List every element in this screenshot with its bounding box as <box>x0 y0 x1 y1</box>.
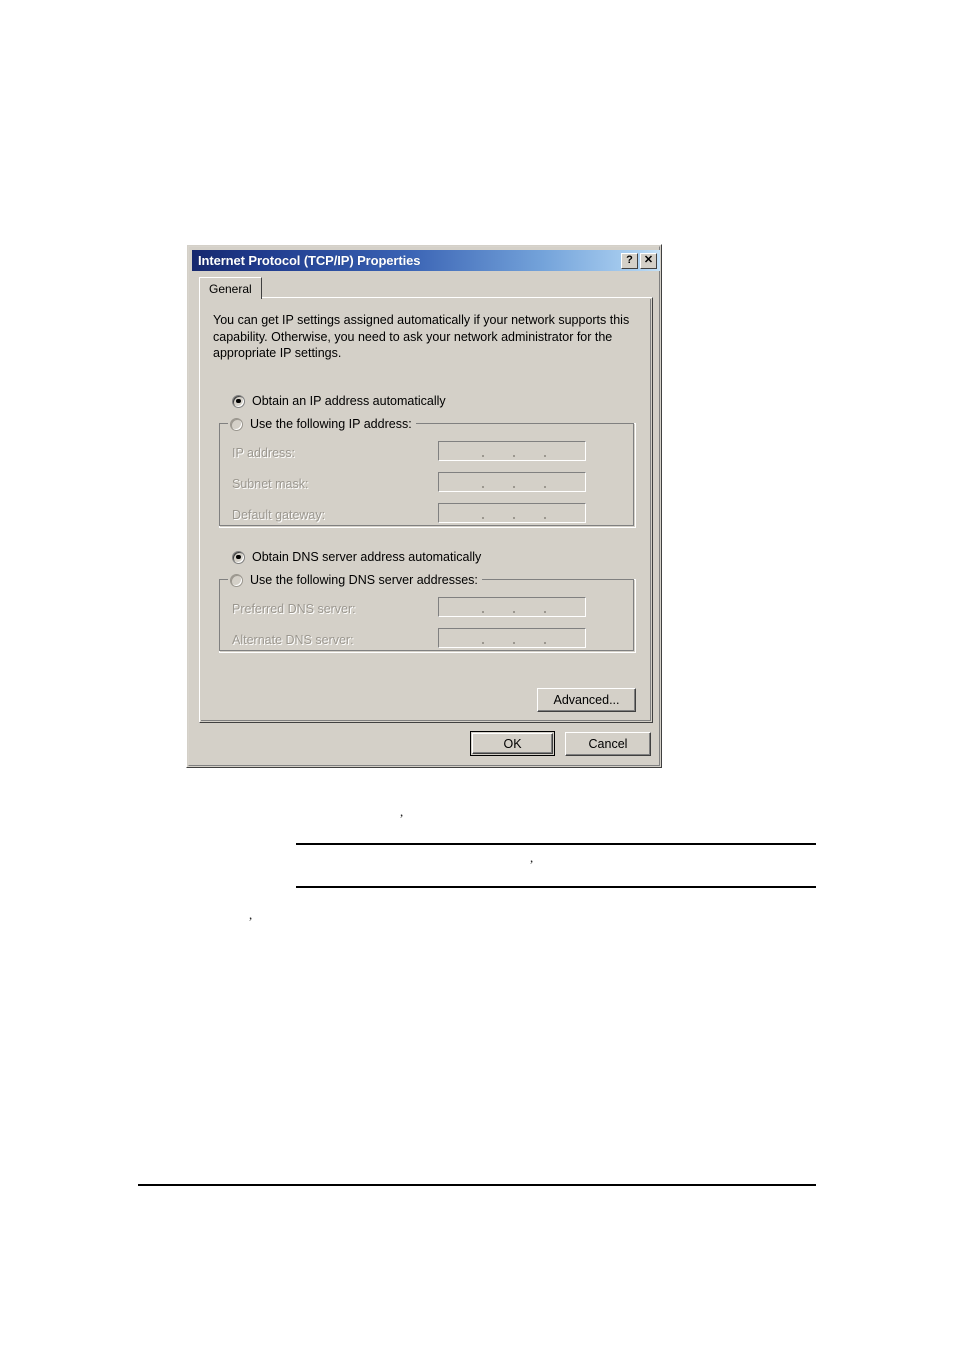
table-rule-bottom <box>296 886 816 888</box>
ip-separator-dot <box>481 517 484 519</box>
field-label: Alternate DNS server: <box>232 632 354 647</box>
intro-text: You can get IP settings assigned automat… <box>213 313 630 360</box>
document-page: , , , Internet Protocol (TCP/IP) Propert… <box>0 0 954 1349</box>
ip-separator-dot <box>544 455 547 457</box>
dns-server-group: Use the following DNS server addresses: … <box>219 572 636 653</box>
radio-use-following-dns[interactable]: Use the following DNS server addresses: <box>228 572 482 588</box>
ip-separator-dot <box>481 642 484 644</box>
help-icon[interactable]: ? <box>621 252 638 269</box>
radio-indicator <box>232 550 245 564</box>
radio-indicator <box>232 394 245 408</box>
button-face: OK <box>472 733 553 754</box>
subnet-mask-input[interactable] <box>438 472 586 492</box>
dialog-inner-frame: Internet Protocol (TCP/IP) Properties ? … <box>188 246 660 766</box>
radio-label: Use the following DNS server addresses: <box>250 573 478 587</box>
document-mark: , <box>249 907 253 922</box>
ip-address-group: Use the following IP address: IP address… <box>219 416 636 528</box>
ip-separator-dot <box>512 611 515 613</box>
close-icon[interactable]: ✕ <box>640 252 657 269</box>
radio-indicator <box>230 573 243 587</box>
alternate-dns-input[interactable] <box>438 628 586 648</box>
ip-separator-dot <box>512 455 515 457</box>
field-row-ip-address: IP address: <box>232 442 295 463</box>
tab-page-general: You can get IP settings assigned automat… <box>199 297 653 723</box>
default-gateway-input[interactable] <box>438 503 586 523</box>
title-bar[interactable]: Internet Protocol (TCP/IP) Properties ? … <box>192 250 660 271</box>
document-mark: , <box>530 850 534 865</box>
footer-rule <box>138 1184 816 1186</box>
radio-label: Obtain DNS server address automatically <box>252 550 482 564</box>
tab-general[interactable]: General <box>199 277 262 299</box>
field-row-subnet-mask: Subnet mask: <box>232 473 308 494</box>
field-row-default-gateway: Default gateway: <box>232 504 325 525</box>
ip-separator-dot <box>481 611 484 613</box>
radio-indicator <box>230 417 243 431</box>
ip-separator-dot <box>481 455 484 457</box>
button-label: OK <box>503 736 522 751</box>
field-row-alternate-dns: Alternate DNS server: <box>232 629 354 650</box>
ip-separator-dot <box>512 517 515 519</box>
preferred-dns-input[interactable] <box>438 597 586 617</box>
ip-separator-dot <box>544 517 547 519</box>
title-bar-buttons: ? ✕ <box>621 252 660 269</box>
ip-separator-dot <box>544 486 547 488</box>
advanced-button[interactable]: Advanced... <box>537 688 636 712</box>
ip-separator-dot <box>512 486 515 488</box>
ip-address-input[interactable] <box>438 441 586 461</box>
ok-button[interactable]: OK <box>470 731 555 756</box>
window-title: Internet Protocol (TCP/IP) Properties <box>198 253 421 268</box>
radio-obtain-dns-automatically[interactable]: Obtain DNS server address automatically <box>232 550 481 564</box>
field-row-preferred-dns: Preferred DNS server: <box>232 598 356 619</box>
ip-separator-dot <box>512 642 515 644</box>
field-label: IP address: <box>232 445 296 460</box>
field-label: Default gateway: <box>232 507 326 522</box>
radio-use-following-ip[interactable]: Use the following IP address: <box>228 416 416 432</box>
button-label: Advanced... <box>553 693 620 707</box>
tab-strip: General <box>199 277 653 299</box>
tcpip-properties-dialog: Internet Protocol (TCP/IP) Properties ? … <box>186 244 662 768</box>
ip-separator-dot <box>481 486 484 488</box>
radio-label: Use the following IP address: <box>250 417 412 431</box>
button-label: Cancel <box>588 737 628 751</box>
document-mark: , <box>400 804 404 819</box>
cancel-button[interactable]: Cancel <box>565 732 651 756</box>
table-rule-top <box>296 843 816 845</box>
ip-separator-dot <box>544 611 547 613</box>
field-label: Preferred DNS server: <box>232 601 356 616</box>
ip-separator-dot <box>544 642 547 644</box>
radio-obtain-ip-automatically[interactable]: Obtain an IP address automatically <box>232 394 446 408</box>
field-label: Subnet mask: <box>232 476 309 491</box>
radio-label: Obtain an IP address automatically <box>252 394 446 408</box>
